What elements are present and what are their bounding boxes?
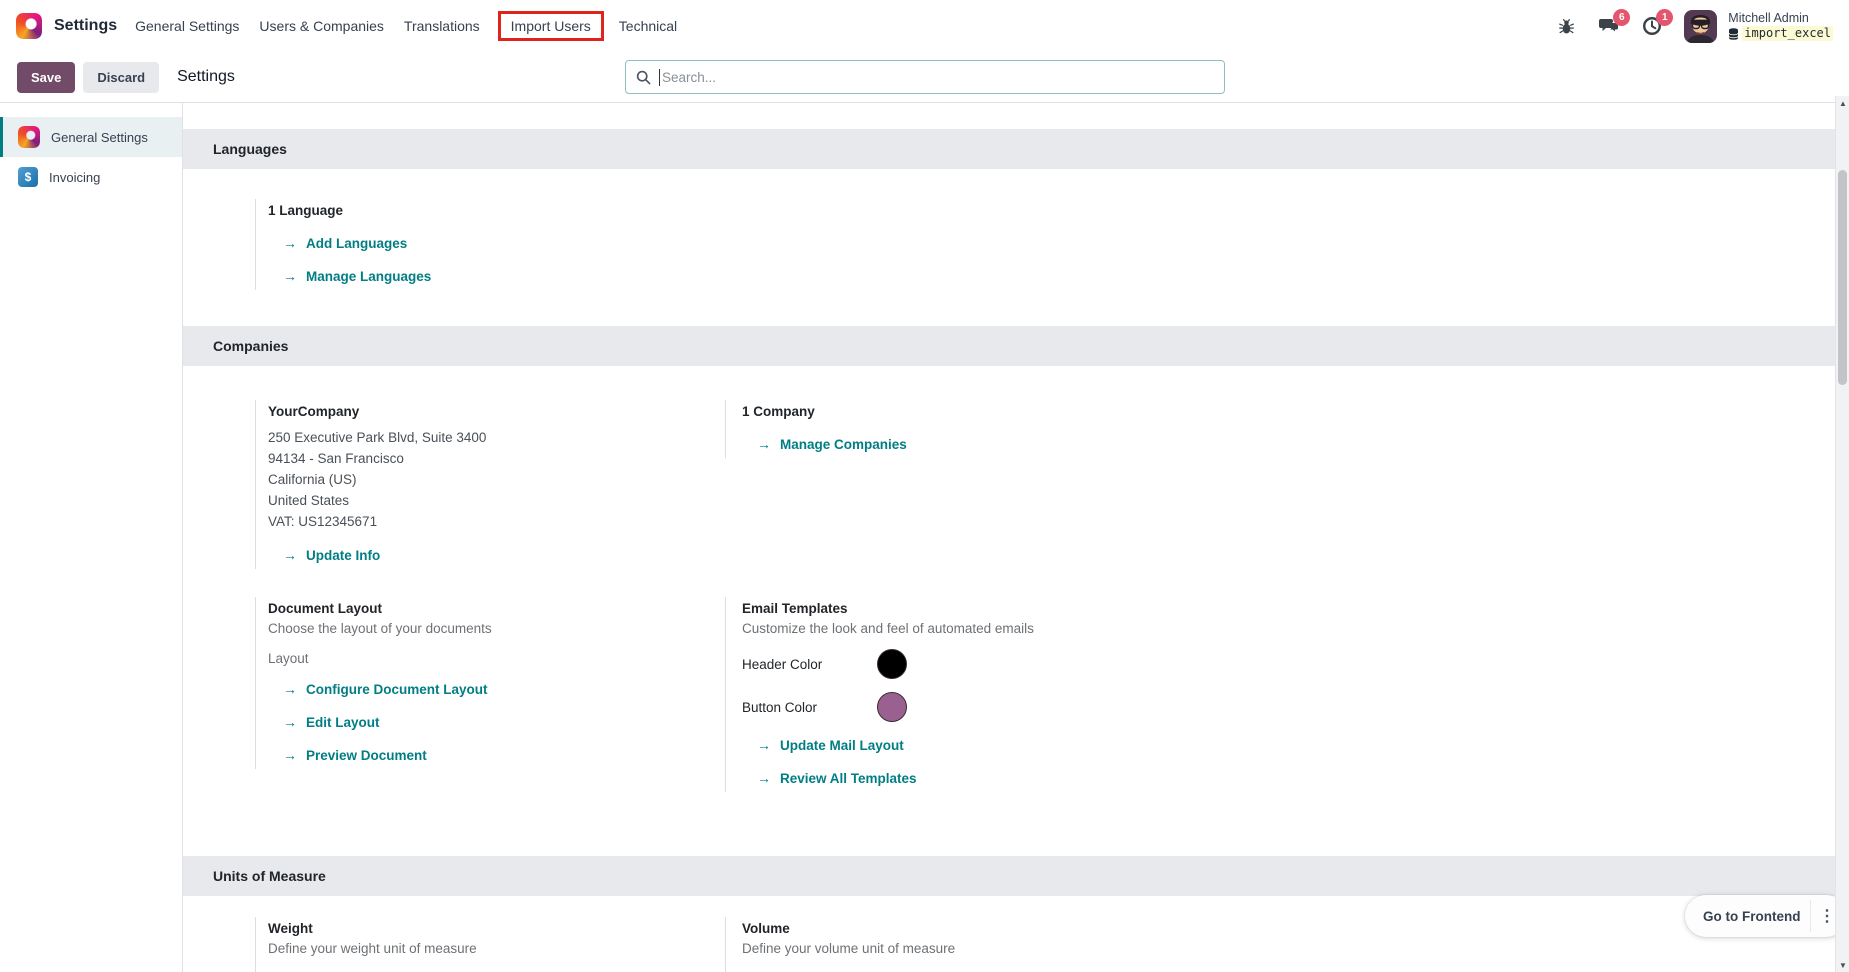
- volume-title: Volume: [742, 921, 790, 936]
- address-line: 250 Executive Park Blvd, Suite 3400: [268, 430, 487, 445]
- volume-box: Volume Define your volume unit of measur…: [725, 917, 1835, 972]
- add-languages-link[interactable]: Add Languages: [283, 234, 1815, 253]
- header-color-row: Header Color: [742, 649, 1815, 679]
- database-name: import_excel: [1742, 26, 1833, 42]
- company-address: 250 Executive Park Blvd, Suite 3400 9413…: [268, 427, 705, 532]
- nav-users-companies[interactable]: Users & Companies: [249, 11, 394, 41]
- section-header-companies: Companies: [183, 326, 1835, 366]
- address-line: 94134 - San Francisco: [268, 451, 404, 466]
- sidebar-item-label: Invoicing: [49, 169, 101, 185]
- header-color-label: Header Color: [742, 656, 823, 672]
- document-layout-box: Document Layout Choose the layout of you…: [255, 597, 725, 769]
- units-of-measure-row: Weight Define your weight unit of measur…: [183, 917, 1835, 972]
- control-panel: Save Discard Settings: [0, 52, 1849, 103]
- scrollbar-thumb[interactable]: [1838, 170, 1847, 385]
- activities-badge: 1: [1656, 9, 1674, 26]
- scroll-up-icon[interactable]: ▲: [1836, 96, 1849, 110]
- manage-languages-link[interactable]: Manage Languages: [283, 267, 1815, 286]
- nav-translations[interactable]: Translations: [394, 11, 490, 41]
- company-count-box: 1 Company Manage Companies: [725, 400, 1835, 458]
- go-to-frontend-pill: Go to Frontend ⋮: [1685, 895, 1848, 937]
- app-name[interactable]: Settings: [54, 17, 117, 35]
- nav-technical[interactable]: Technical: [609, 11, 687, 41]
- user-name: Mitchell Admin: [1728, 10, 1809, 25]
- weight-box: Weight Define your weight unit of measur…: [255, 917, 725, 972]
- company-name: YourCompany: [268, 404, 360, 419]
- messages-button[interactable]: 6: [1598, 9, 1631, 37]
- general-settings-icon: [18, 126, 40, 148]
- button-color-row: Button Color: [742, 692, 1815, 722]
- sidebar-item-label: General Settings: [51, 129, 148, 145]
- breadcrumb: Settings: [177, 68, 235, 85]
- text-caret: [659, 68, 660, 86]
- invoicing-icon: $: [18, 167, 38, 187]
- topbar-right-group: 6 1 Mitchell Admin import_excel: [1555, 9, 1833, 43]
- section-header-languages: Languages: [183, 129, 1835, 169]
- email-templates-box: Email Templates Customize the look and f…: [725, 597, 1835, 792]
- search-icon: [636, 70, 651, 84]
- vertical-scrollbar[interactable]: ▲ ▼: [1835, 96, 1849, 972]
- address-line: California (US): [268, 472, 357, 487]
- search-input[interactable]: [662, 69, 1214, 85]
- button-color-swatch[interactable]: [877, 692, 907, 722]
- nav-general-settings[interactable]: General Settings: [125, 11, 249, 41]
- database-row: import_excel: [1728, 26, 1833, 42]
- volume-subtitle: Define your volume unit of measure: [742, 941, 956, 956]
- company-vat: VAT: US12345671: [268, 514, 378, 529]
- address-line: United States: [268, 493, 350, 508]
- avatar-image: [1684, 9, 1718, 43]
- search-box[interactable]: [625, 60, 1225, 94]
- header-color-swatch[interactable]: [877, 649, 907, 679]
- company-info-box: YourCompany 250 Executive Park Blvd, Sui…: [255, 400, 725, 569]
- messages-badge: 6: [1613, 9, 1631, 26]
- update-mail-layout-link[interactable]: Update Mail Layout: [757, 736, 1815, 755]
- button-color-label: Button Color: [742, 699, 818, 715]
- nav-import-users[interactable]: Import Users: [497, 11, 604, 41]
- weight-subtitle: Define your weight unit of measure: [268, 941, 477, 956]
- email-templates-title: Email Templates: [742, 601, 848, 616]
- section-header-units-of-measure: Units of Measure: [183, 856, 1835, 896]
- companies-row: YourCompany 250 Executive Park Blvd, Sui…: [183, 400, 1835, 569]
- top-navbar: Settings General Settings Users & Compan…: [0, 0, 1849, 52]
- debug-bug-icon[interactable]: [1555, 15, 1577, 37]
- layout-email-row: Document Layout Choose the layout of you…: [183, 597, 1835, 792]
- discard-button[interactable]: Discard: [83, 61, 160, 93]
- document-layout-subtitle: Choose the layout of your documents: [268, 621, 492, 636]
- layout-label: Layout: [268, 651, 309, 666]
- sidebar-item-invoicing[interactable]: $ Invoicing: [0, 157, 182, 197]
- user-menu[interactable]: Mitchell Admin import_excel: [1728, 11, 1833, 42]
- review-all-templates-link[interactable]: Review All Templates: [757, 769, 1815, 788]
- edit-layout-link[interactable]: Edit Layout: [283, 713, 705, 732]
- languages-box: 1 Language Add Languages Manage Language…: [255, 199, 1835, 290]
- avatar[interactable]: [1684, 9, 1718, 43]
- language-count: 1 Language: [268, 203, 344, 218]
- settings-content: Languages 1 Language Add Languages Manag…: [183, 103, 1835, 972]
- save-button[interactable]: Save: [17, 61, 76, 93]
- activities-button[interactable]: 1: [1641, 9, 1674, 37]
- update-info-link[interactable]: Update Info: [283, 546, 705, 565]
- go-to-frontend-button[interactable]: Go to Frontend: [1703, 909, 1800, 924]
- document-layout-title: Document Layout: [268, 601, 383, 616]
- weight-title: Weight: [268, 921, 313, 936]
- scroll-down-icon[interactable]: ▼: [1836, 958, 1849, 972]
- email-templates-subtitle: Customize the look and feel of automated…: [742, 621, 1034, 636]
- settings-sidebar: General Settings $ Invoicing: [0, 103, 183, 972]
- company-count: 1 Company: [742, 404, 815, 419]
- sidebar-item-general-settings[interactable]: General Settings: [0, 117, 182, 157]
- bug-icon: [1558, 18, 1574, 34]
- preview-document-link[interactable]: Preview Document: [283, 746, 705, 765]
- odoo-logo-icon[interactable]: [16, 13, 42, 39]
- configure-document-layout-link[interactable]: Configure Document Layout: [283, 680, 705, 699]
- database-icon: [1728, 28, 1739, 40]
- manage-companies-link[interactable]: Manage Companies: [757, 435, 1815, 454]
